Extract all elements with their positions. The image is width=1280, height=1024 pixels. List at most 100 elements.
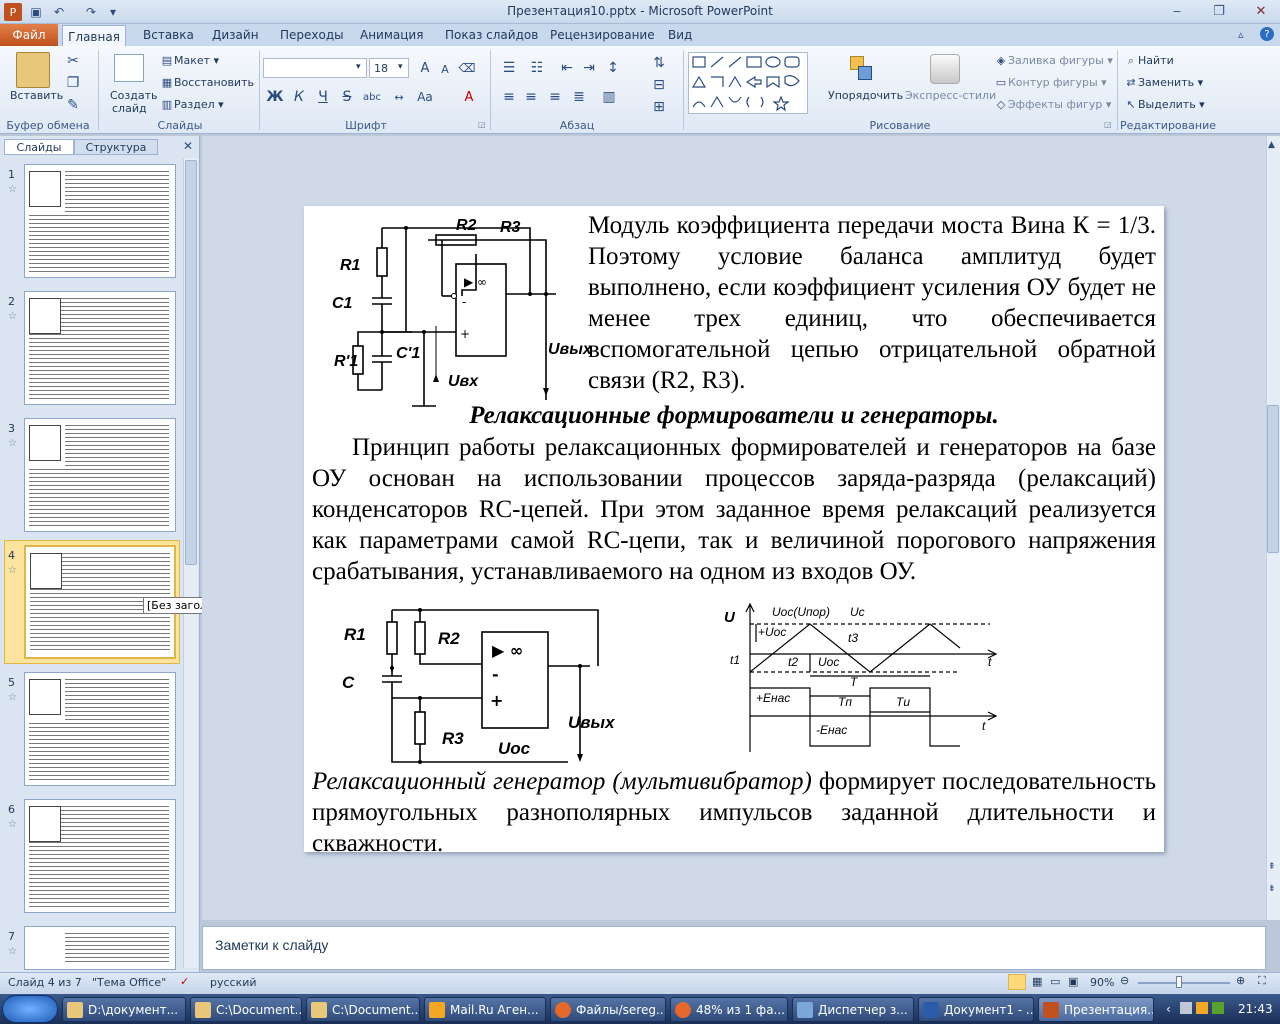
tray-icon[interactable] <box>1196 1002 1208 1014</box>
slides-scrollbar-thumb[interactable] <box>185 160 197 565</box>
slide-thumbnail-6[interactable] <box>24 799 176 913</box>
font-color-icon[interactable]: A <box>460 88 478 106</box>
align-text-icon[interactable]: ⊟ <box>650 76 668 94</box>
shape-fill-button[interactable]: Заливка фигуры <box>1008 54 1104 67</box>
tab-review[interactable]: Рецензирование <box>550 28 655 42</box>
tab-design[interactable]: Дизайн <box>212 28 259 42</box>
slide-scrollbar-thumb[interactable] <box>1267 405 1279 553</box>
shapes-gallery[interactable] <box>688 52 808 114</box>
zoom-in-icon[interactable]: ⊕ <box>1236 974 1245 987</box>
font-name-combo[interactable] <box>263 58 367 78</box>
zoom-level[interactable]: 90% <box>1090 976 1114 989</box>
bullets-icon[interactable]: ☰ <box>500 59 518 77</box>
notes-placeholder[interactable]: Заметки к слайду <box>215 937 328 953</box>
new-slide-button-line2[interactable]: слайд <box>112 102 147 115</box>
justify-icon[interactable]: ≣ <box>570 88 588 106</box>
slide-thumbnail-7[interactable] <box>24 926 176 970</box>
tab-animation[interactable]: Анимация <box>360 28 423 42</box>
new-slide-icon[interactable] <box>114 54 144 82</box>
shape-effects-button[interactable]: Эффекты фигур <box>1008 98 1102 111</box>
align-center-icon[interactable]: ≡ <box>522 88 540 106</box>
cut-icon[interactable]: ✂ <box>64 52 82 70</box>
tab-slides[interactable]: Слайды <box>4 139 74 155</box>
close-icon[interactable]: ✕ <box>1248 2 1274 20</box>
shadow-button[interactable]: abc <box>360 88 384 106</box>
change-case-icon[interactable]: Aa <box>416 88 434 106</box>
reset-button[interactable]: Восстановить <box>174 76 254 89</box>
previous-slide-icon[interactable]: ⇞ <box>1268 862 1276 872</box>
grow-font-icon[interactable]: A <box>416 59 434 77</box>
new-slide-button-line1[interactable]: Создать <box>110 89 158 102</box>
close-pane-icon[interactable]: ✕ <box>183 139 193 153</box>
slideshow-view-icon[interactable]: ▣ <box>1068 975 1078 988</box>
section-button[interactable]: Раздел <box>174 98 215 111</box>
chevron-down-icon[interactable]: ▾ <box>398 62 403 72</box>
tab-slideshow[interactable]: Показ слайдов <box>445 28 538 42</box>
start-button-icon[interactable] <box>2 995 58 1023</box>
tab-insert[interactable]: Вставка <box>143 28 194 42</box>
minimize-icon[interactable]: ‒ <box>1164 2 1190 20</box>
slide-thumbnail-3[interactable] <box>24 418 176 532</box>
char-spacing-icon[interactable]: ↔ <box>390 88 408 106</box>
zoom-slider-track[interactable] <box>1138 982 1230 984</box>
increase-indent-icon[interactable]: ⇥ <box>580 59 598 77</box>
slide-canvas[interactable]: R1 C1 R'1 C'1 R2 R3 Uвх Uвых ▶ ∞ - + Мод… <box>304 206 1164 857</box>
tray-icon[interactable] <box>1180 1002 1192 1014</box>
restore-icon[interactable]: ❐ <box>1206 2 1232 20</box>
format-painter-icon[interactable]: ✎ <box>64 96 82 114</box>
scroll-up-icon[interactable]: ▲ <box>1268 140 1275 150</box>
paste-button[interactable]: Вставить <box>10 89 63 102</box>
tab-file[interactable]: Файл <box>0 24 58 46</box>
slide-sorter-icon[interactable]: ▦ <box>1032 975 1042 988</box>
spellcheck-icon[interactable]: ✓ <box>180 975 189 988</box>
tab-outline[interactable]: Структура <box>74 139 158 155</box>
line-spacing-icon[interactable]: ↕ <box>604 59 622 77</box>
quick-styles-button[interactable]: Экспресс-стили <box>905 89 996 102</box>
copy-icon[interactable]: ❐ <box>64 74 82 92</box>
fit-to-window-icon[interactable]: ⛶ <box>1258 974 1266 988</box>
status-language[interactable]: русский <box>210 976 257 989</box>
arrange-button[interactable]: Упорядочить <box>828 89 903 102</box>
slide-thumbnail-5[interactable] <box>24 672 176 786</box>
text-direction-icon[interactable]: ⇅ <box>650 54 668 72</box>
help-icon[interactable]: ? <box>1260 27 1274 41</box>
slide-thumbnail-2[interactable] <box>24 291 176 405</box>
ribbon-collapse-icon[interactable]: ▵ <box>1238 28 1244 41</box>
tab-view[interactable]: Вид <box>668 28 692 42</box>
find-button[interactable]: Найти <box>1138 54 1174 67</box>
clock[interactable]: 21:43 <box>1238 1002 1273 1016</box>
shrink-font-icon[interactable]: A <box>436 60 454 78</box>
columns-icon[interactable]: ▥ <box>600 88 618 106</box>
arrange-icon[interactable] <box>848 54 876 86</box>
dialog-launcher-icon[interactable]: ◲ <box>478 120 486 129</box>
tab-home[interactable]: Главная <box>62 25 126 47</box>
shape-outline-button[interactable]: Контур фигуры <box>1008 76 1098 89</box>
paste-icon[interactable] <box>16 52 50 88</box>
decrease-indent-icon[interactable]: ⇤ <box>558 59 576 77</box>
align-right-icon[interactable]: ≡ <box>546 88 564 106</box>
align-left-icon[interactable]: ≡ <box>500 88 518 106</box>
normal-view-icon[interactable] <box>1008 974 1026 990</box>
quick-styles-icon[interactable] <box>930 54 960 84</box>
italic-button[interactable]: К <box>290 88 308 106</box>
bold-button[interactable]: Ж <box>266 88 284 106</box>
dialog-launcher-icon[interactable]: ◲ <box>1104 120 1112 129</box>
reading-view-icon[interactable]: ▭ <box>1050 975 1060 988</box>
numbering-icon[interactable]: ☷ <box>528 59 546 77</box>
zoom-slider-thumb[interactable] <box>1176 976 1182 988</box>
smartart-icon[interactable]: ⊞ <box>650 98 668 116</box>
status-theme[interactable]: "Тема Office" <box>92 976 166 989</box>
next-slide-icon[interactable]: ⇟ <box>1268 884 1276 894</box>
chevron-down-icon[interactable]: ▾ <box>356 62 361 72</box>
font-size-combo[interactable]: 18 <box>369 58 409 78</box>
layout-button[interactable]: Макет <box>174 54 210 67</box>
select-button[interactable]: Выделить <box>1138 98 1196 111</box>
tray-icon[interactable] <box>1212 1002 1224 1014</box>
tab-transitions[interactable]: Переходы <box>280 28 344 42</box>
notes-pane[interactable]: Заметки к слайду <box>202 926 1266 970</box>
underline-button[interactable]: Ч <box>314 88 332 106</box>
zoom-out-icon[interactable]: ⊖ <box>1120 974 1129 987</box>
slide-thumbnail-1[interactable] <box>24 164 176 278</box>
clear-format-icon[interactable]: ⌫ <box>458 59 476 77</box>
tray-expand-icon[interactable]: ‹ <box>1166 1002 1171 1016</box>
